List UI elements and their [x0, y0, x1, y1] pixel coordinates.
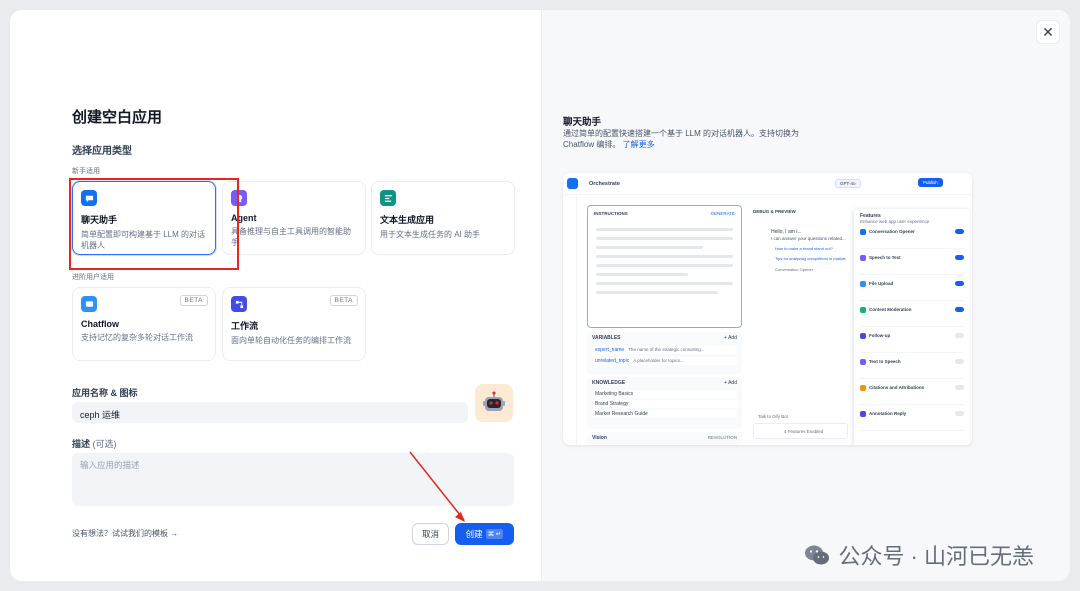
feature-row: Content Moderation [860, 307, 964, 327]
red-arrow-annotation [409, 451, 465, 522]
var-desc: The name of the strategic consulting... [628, 347, 705, 352]
chat-line: I can answer your questions related... [771, 236, 846, 241]
learn-more-link[interactable]: 了解更多 [623, 140, 655, 149]
knowledge-item: Market Research Guide [592, 410, 737, 418]
feature-toggle [955, 255, 964, 260]
resolution-label: RESOLUTION [707, 435, 737, 440]
feature-row: Text to Speech [860, 359, 964, 379]
knowledge-item: Brand Strategy [592, 400, 737, 408]
knowledge-label: KNOWLEDGE [592, 380, 626, 386]
watermark-text: 公众号 · 山河已无恙 [838, 544, 1034, 569]
var-key: expert_name [595, 347, 625, 353]
feature-row: Annotation Reply [860, 411, 964, 431]
features-subtitle: Enhance web app user experience [860, 219, 930, 224]
suggestion: Tips for analyzing competitors in market [775, 256, 846, 261]
features-panel: Features Enhance web app user experience… [854, 209, 970, 445]
features-enabled: 4 Features Enabled [784, 429, 824, 434]
feature-name: Content Moderation [869, 307, 912, 312]
add-knowledge: + Add [724, 380, 737, 386]
feature-icon [860, 411, 866, 417]
dialog-preview-panel: ✕ 聊天助手 通过简单的配置快速搭建一个基于 LLM 的对话机器人。支持切换为 … [541, 10, 1070, 581]
debug-preview-label: DEBUG & PREVIEW [753, 209, 796, 214]
feature-icon [860, 333, 866, 339]
create-app-dialog: 创建空白应用 选择应用类型 新手适用 聊天助手 简单配置即可构建基于 LLM 的… [10, 10, 1070, 581]
feature-name: Conversation Opener [869, 229, 915, 234]
chat-greeting: Hello, I am i... [771, 229, 802, 235]
feature-toggle [955, 359, 964, 364]
feature-toggle [955, 229, 964, 234]
feature-name: Citations and Attributions [869, 385, 925, 390]
model-selector: GPT-4o [835, 179, 861, 188]
feature-toggle [955, 281, 964, 286]
feature-name: Annotation Reply [869, 411, 907, 416]
feature-toggle [955, 411, 964, 416]
variables-label: VARIABLES [592, 335, 621, 341]
generate-link: GENERATE [710, 211, 735, 216]
feature-row: Speech to Text [860, 255, 964, 275]
add-variable: + Add [724, 335, 737, 341]
feature-row: Follow-up [860, 333, 964, 353]
feature-name: Text to Speech [869, 359, 901, 364]
preview-screenshot: Orchestrate GPT-4o Publish INSTRUCTIONS … [563, 173, 972, 445]
app-icon [567, 178, 578, 189]
talk-placeholder: Talk to Dify Bot [758, 414, 789, 419]
feature-icon [860, 281, 866, 287]
var-desc: A placeholder for topics... [633, 358, 684, 363]
wechat-icon [805, 545, 830, 565]
suggestion: How to make a brand stand out? [775, 246, 833, 251]
preview-app-name: Orchestrate [589, 181, 620, 187]
feature-toggle [955, 307, 964, 312]
knowledge-item: Marketing Basics [592, 390, 737, 398]
publish-button: Publish [918, 178, 943, 187]
feature-name: File Upload [869, 281, 894, 286]
feature-row: File Upload [860, 281, 964, 301]
feature-icon [860, 229, 866, 235]
preview-description: 通过简单的配置快速搭建一个基于 LLM 的对话机器人。支持切换为 Chatflo… [563, 128, 823, 150]
close-icon[interactable]: ✕ [1036, 20, 1060, 44]
feature-icon [860, 255, 866, 261]
feature-row: Citations and Attributions [860, 385, 964, 405]
preview-title: 聊天助手 [563, 117, 602, 128]
feature-icon [860, 307, 866, 313]
feature-icon [860, 385, 866, 391]
opener-label: Conversation Opener [775, 267, 814, 272]
instructions-label: INSTRUCTIONS [594, 211, 628, 216]
feature-toggle [955, 333, 964, 338]
feature-toggle [955, 385, 964, 390]
feature-name: Follow-up [869, 333, 891, 338]
dialog-left-panel: 创建空白应用 选择应用类型 新手适用 聊天助手 简单配置即可构建基于 LLM 的… [10, 10, 541, 581]
feature-name: Speech to Text [869, 255, 901, 260]
feature-row: Conversation Opener [860, 229, 964, 249]
preview-desc-text: 通过简单的配置快速搭建一个基于 LLM 的对话机器人。支持切换为 Chatflo… [563, 129, 800, 149]
feature-icon [860, 359, 866, 365]
watermark: 公众号 · 山河已无恙 [804, 539, 1034, 571]
var-key: unrelated_topic [595, 358, 630, 364]
vision-label: Vision [592, 435, 607, 441]
